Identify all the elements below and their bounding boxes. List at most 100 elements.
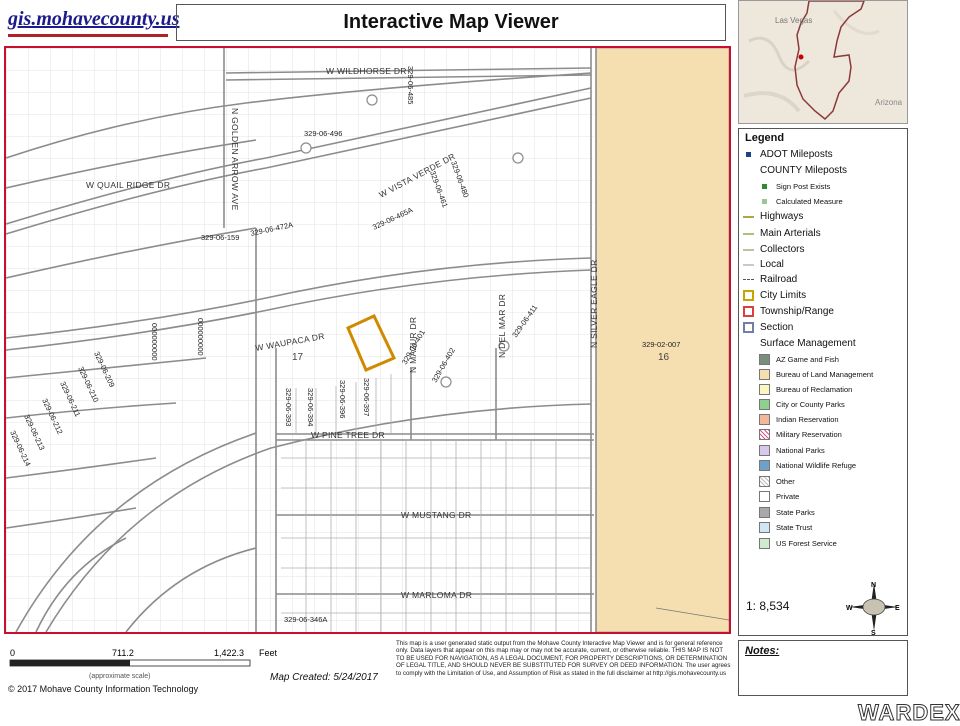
legend-item-label: Bureau of Land Management: [776, 370, 874, 379]
section-number-17: 17: [292, 352, 304, 363]
legend-item-label: Private: [776, 492, 800, 501]
legend-title: Legend: [745, 132, 785, 144]
parcel-label: 329-06-496: [304, 129, 342, 138]
legend-item: Main Arterials: [743, 226, 821, 241]
legend-item: Bureau of Reclamation: [759, 382, 852, 397]
legend-item-label: Local: [760, 259, 784, 270]
legend-symbol-icon: [759, 399, 770, 410]
legend-item-label: US Forest Service: [776, 539, 837, 548]
parcel-label: 329-06-396: [338, 380, 347, 418]
legend-item-label: Section: [760, 322, 794, 333]
notes-label: Notes:: [745, 645, 780, 657]
legend-item: Surface Management: [743, 336, 856, 351]
legend-item: Calculated Measure: [759, 194, 843, 209]
legend-item-label: Indian Reservation: [776, 415, 839, 424]
compass-e: E: [895, 605, 900, 612]
legend-item: City Limits: [743, 288, 806, 303]
disclaimer-text: This map is a user generated static outp…: [396, 640, 731, 677]
street-label-wildhorse: W WILDHORSE DR: [326, 66, 407, 76]
scale-tick-2: 1,422.3: [214, 648, 244, 658]
page-title-text: Interactive Map Viewer: [343, 11, 559, 33]
legend-symbol-icon: [759, 414, 770, 425]
legend-item: ADOT Mileposts: [743, 147, 833, 162]
legend-item-label: Collectors: [760, 244, 805, 255]
street-label-pine-tree: W PINE TREE DR: [311, 430, 385, 440]
legend-symbol-icon: [759, 369, 770, 380]
legend-item: Private: [759, 489, 799, 504]
map-canvas[interactable]: W WILDHORSE DR W QUAIL RIDGE DR W VISTA …: [4, 46, 731, 634]
legend-item: Railroad: [743, 272, 797, 287]
legend-symbol-icon: [759, 491, 770, 502]
map-graphic: W WILDHORSE DR W QUAIL RIDGE DR W VISTA …: [6, 48, 729, 632]
scale-panel: 1: 8,534 N E S W: [738, 577, 908, 635]
legend-symbol-icon: [759, 538, 770, 549]
site-link[interactable]: gis.mohavecounty.us: [8, 8, 180, 31]
legend-item: State Trust: [759, 520, 812, 535]
legend-symbol-icon: [743, 338, 754, 349]
parcel-label: 329-06-346A: [284, 615, 327, 624]
legend-item-label: Calculated Measure: [776, 197, 843, 206]
parcel-label: 000000000: [150, 323, 159, 361]
legend-symbol-icon: [762, 199, 767, 204]
legend-symbol-icon: [759, 507, 770, 518]
legend-symbol-icon: [743, 215, 754, 218]
legend-item: City or County Parks: [759, 397, 845, 412]
parcel-label: 329-06-394: [306, 388, 315, 426]
legend-item-label: Railroad: [760, 274, 798, 285]
overview-map[interactable]: Las Vegas Arizona: [738, 0, 908, 124]
notes-box[interactable]: Notes:: [738, 640, 908, 696]
legend-symbol-icon: [759, 460, 770, 471]
legend-item: COUNTY Mileposts: [743, 163, 847, 178]
legend-item-label: COUNTY Mileposts: [760, 165, 848, 176]
legend-item: Military Reservation: [759, 427, 842, 442]
legend-item-label: City Limits: [760, 290, 807, 301]
legend-item-label: Highways: [760, 211, 804, 222]
legend-item-label: State Parks: [776, 508, 815, 517]
street-label-mustang: W MUSTANG DR: [401, 510, 472, 520]
street-label-marloma: W MARLOMA DR: [401, 590, 472, 600]
legend-symbol-icon: [743, 232, 754, 235]
legend-item-label: Bureau of Reclamation: [776, 385, 853, 394]
legend-item-label: Main Arterials: [760, 228, 821, 239]
parcel-label: 329-02-007: [642, 340, 680, 349]
scale-unit: Feet: [259, 648, 278, 658]
header-accent-bar: [8, 34, 168, 37]
legend-symbol-icon: [759, 384, 770, 395]
legend-item-label: Township/Range: [760, 306, 834, 317]
legend-item: Highways: [743, 209, 803, 224]
parcel-label: 329-06-485: [406, 66, 415, 104]
street-label-quail-ridge: W QUAIL RIDGE DR: [86, 180, 170, 190]
legend-item-label: AZ Game and Fish: [776, 355, 839, 364]
legend-symbol-icon: [759, 354, 770, 365]
legend-item-label: ADOT Mileposts: [760, 149, 833, 160]
legend-item-label: Other: [776, 477, 795, 486]
street-label-golden-arrow: N GOLDEN ARROW AVE: [230, 108, 240, 211]
legend-item: State Parks: [759, 505, 815, 520]
legend-symbol-icon: [743, 248, 754, 251]
scale-ratio: 1: 8,534: [746, 599, 790, 613]
scale-note: (approximate scale): [89, 673, 150, 680]
parcel-label: 329-06-393: [284, 388, 293, 426]
legend-item: AZ Game and Fish: [759, 352, 839, 367]
legend-symbol-icon: [762, 184, 767, 189]
legend-panel: Legend ADOT Mileposts COUNTY Mileposts Sig…: [738, 128, 908, 636]
legend-item: National Wildlife Refuge: [759, 458, 856, 473]
legend-symbol-icon: [743, 263, 754, 266]
legend-item: Bureau of Land Management: [759, 367, 873, 382]
overview-map-graphic: Las Vegas Arizona: [739, 1, 907, 123]
parcel-label: 000000000: [196, 318, 205, 356]
scale-tick-0: 0: [10, 648, 15, 658]
compass-n: N: [871, 582, 876, 589]
legend-symbol-icon: [759, 445, 770, 456]
section-number-16: 16: [658, 352, 670, 363]
legend-symbol-icon: [759, 429, 770, 440]
legend-symbol-icon: [743, 290, 754, 301]
legend-symbol-icon: [759, 476, 770, 487]
map-created-date: Map Created: 5/24/2017: [270, 672, 378, 683]
legend-item-label: National Wildlife Refuge: [776, 461, 857, 470]
legend-item-label: City or County Parks: [776, 400, 845, 409]
legend-symbol-icon: [743, 322, 754, 333]
legend-item: Collectors: [743, 242, 804, 257]
legend-item: Indian Reservation: [759, 412, 839, 427]
legend-item: National Parks: [759, 443, 825, 458]
